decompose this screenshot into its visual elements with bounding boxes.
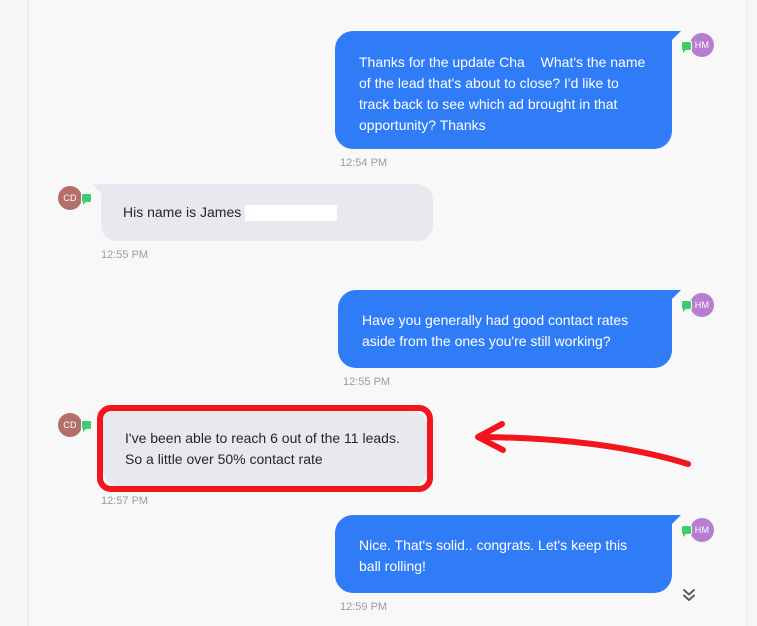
double-chevron-down-icon — [683, 589, 695, 601]
scroll-to-bottom-button[interactable] — [675, 587, 703, 609]
message-bubble-outgoing: Nice. That's solid.. congrats. Let's kee… — [335, 515, 681, 593]
sms-chat-icon — [681, 525, 692, 537]
message-timestamp: 12:59 PM — [340, 601, 388, 613]
avatar[interactable]: HM — [690, 518, 714, 542]
message-text: Nice. That's solid.. congrats. Let's kee… — [359, 537, 628, 574]
